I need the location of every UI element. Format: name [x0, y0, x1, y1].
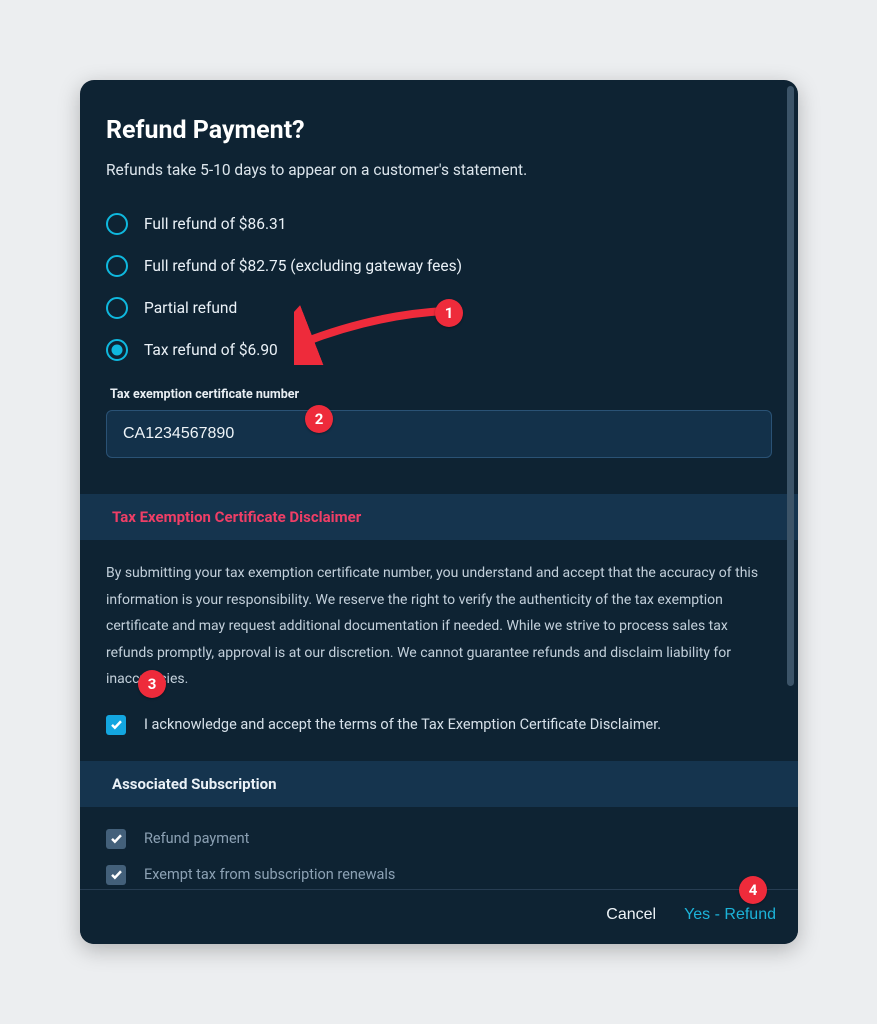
radio-icon	[106, 339, 128, 361]
cert-number-label: Tax exemption certificate number	[110, 387, 772, 402]
radio-icon	[106, 297, 128, 319]
refund-option-full[interactable]: Full refund of $86.31	[106, 203, 772, 245]
disclaimer-body: By submitting your tax exemption certifi…	[106, 540, 772, 707]
checkbox-icon	[106, 715, 126, 735]
assoc-item-label: Refund payment	[144, 830, 249, 847]
modal-body: Refund Payment? Refunds take 5-10 days t…	[80, 80, 798, 889]
radio-icon	[106, 213, 128, 235]
modal-footer: Cancel Yes - Refund	[80, 889, 798, 944]
disclaimer-heading: Tax Exemption Certificate Disclaimer	[80, 494, 798, 540]
checkbox-icon	[106, 829, 126, 849]
modal-title: Refund Payment?	[106, 116, 772, 145]
refund-option-full-excl-fees[interactable]: Full refund of $82.75 (excluding gateway…	[106, 245, 772, 287]
cancel-button[interactable]: Cancel	[606, 906, 656, 924]
assoc-item-refund-payment[interactable]: Refund payment	[106, 821, 772, 857]
radio-icon	[106, 255, 128, 277]
refund-option-partial[interactable]: Partial refund	[106, 287, 772, 329]
refund-option-tax[interactable]: Tax refund of $6.90	[106, 329, 772, 371]
radio-label: Full refund of $86.31	[144, 215, 286, 233]
assoc-item-label: Exempt tax from subscription renewals	[144, 866, 395, 883]
refund-modal: Refund Payment? Refunds take 5-10 days t…	[80, 80, 798, 944]
assoc-item-exempt-tax[interactable]: Exempt tax from subscription renewals	[106, 857, 772, 889]
ack-checkbox-row[interactable]: I acknowledge and accept the terms of th…	[106, 707, 772, 743]
radio-label: Partial refund	[144, 299, 237, 317]
cert-number-field: Tax exemption certificate number	[106, 387, 772, 458]
radio-label: Full refund of $82.75 (excluding gateway…	[144, 257, 462, 275]
cert-number-input[interactable]	[106, 410, 772, 458]
checkbox-icon	[106, 865, 126, 885]
ack-label: I acknowledge and accept the terms of th…	[144, 716, 661, 733]
scrollbar[interactable]	[787, 86, 794, 686]
radio-label: Tax refund of $6.90	[144, 341, 278, 359]
assoc-sub-heading: Associated Subscription	[80, 761, 798, 807]
confirm-refund-button[interactable]: Yes - Refund	[684, 906, 776, 924]
modal-subtitle: Refunds take 5-10 days to appear on a cu…	[106, 161, 772, 179]
